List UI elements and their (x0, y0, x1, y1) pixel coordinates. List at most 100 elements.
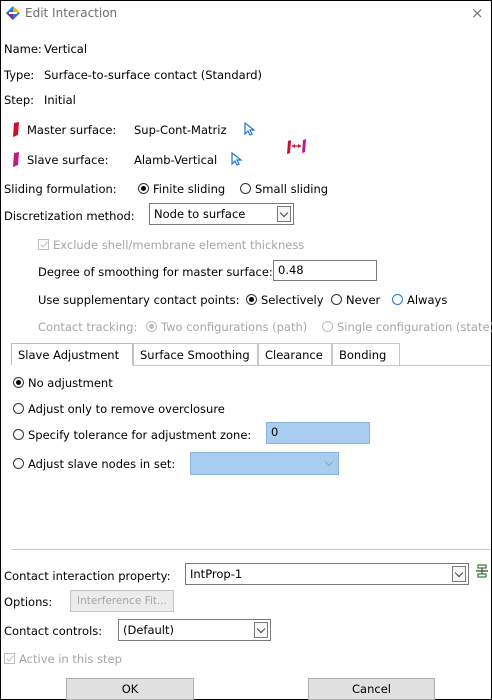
tab-clearance[interactable]: Clearance (258, 343, 332, 365)
swap-surfaces-icon[interactable] (286, 138, 308, 159)
discretization-select[interactable]: Node to surface (149, 203, 294, 225)
abaqus-app-icon (5, 5, 21, 24)
type-label: Type: (4, 68, 35, 82)
single-config-label: Single configuration (state) (337, 320, 492, 334)
chevron-down-icon[interactable] (322, 455, 336, 471)
checkmark-icon (4, 653, 15, 664)
bottom-separator (11, 549, 491, 550)
finite-sliding-label: Finite sliding (153, 182, 226, 196)
finite-sliding-radio-dot (138, 183, 149, 194)
chevron-down-icon[interactable] (452, 566, 466, 582)
adjust-overclosure-radio-dot (13, 403, 24, 414)
title-bar[interactable]: Edit Interaction × (1, 1, 491, 25)
tab-slave-adjustment[interactable]: Slave Adjustment (11, 343, 133, 365)
chevron-down-icon[interactable] (277, 206, 291, 222)
active-tab-joiner (11, 365, 133, 367)
small-sliding-radio-dot (240, 183, 251, 194)
single-config-radio-dot (322, 321, 333, 332)
exclude-shell-checkbox[interactable]: Exclude shell/membrane element thickness (38, 238, 304, 252)
tolerance-input[interactable]: 0 (266, 422, 370, 444)
chevron-down-icon[interactable] (254, 622, 268, 638)
slave-nodes-set-select[interactable] (190, 452, 339, 475)
active-in-step-label: Active in this step (19, 652, 122, 666)
supplementary-label: Use supplementary contact points: (38, 293, 240, 307)
slave-surface-label: Slave surface: (27, 153, 109, 167)
tracking-label: Contact tracking: (38, 320, 138, 334)
specify-tolerance-radio[interactable]: Specify tolerance for adjustment zone: (13, 428, 251, 442)
property-select[interactable]: IntProp-1 (185, 563, 469, 585)
no-adjustment-radio[interactable]: No adjustment (13, 376, 113, 390)
adjust-overclosure-radio[interactable]: Adjust only to remove overclosure (13, 402, 225, 416)
tab-bonding-label: Bonding (339, 348, 387, 362)
select-master-arrow-icon[interactable] (244, 121, 256, 140)
discretization-value: Node to surface (154, 207, 246, 221)
discretization-label: Discretization method: (4, 209, 135, 223)
no-adjustment-radio-dot (13, 377, 24, 388)
specify-tolerance-label: Specify tolerance for adjustment zone: (28, 428, 252, 442)
adjust-slave-nodes-label: Adjust slave nodes in set: (28, 457, 176, 471)
never-radio[interactable]: Never (331, 293, 380, 307)
checkmark-icon (38, 239, 49, 250)
tab-clearance-label: Clearance (265, 348, 323, 362)
two-config-radio-dot (146, 321, 157, 332)
name-label: Name: (4, 42, 42, 56)
name-value: Vertical (44, 42, 88, 56)
exclude-shell-label: Exclude shell/membrane element thickness (53, 238, 305, 252)
select-slave-arrow-icon[interactable] (231, 151, 243, 169)
small-sliding-label: Small sliding (255, 182, 329, 196)
two-config-label: Two configurations (path) (161, 320, 308, 334)
slave-surface-value: Alamb-Vertical (134, 153, 218, 167)
master-surface-icon (12, 122, 20, 140)
controls-value: (Default) (123, 623, 174, 637)
smoothing-value: 0.48 (278, 263, 304, 277)
tolerance-value: 0 (271, 425, 279, 439)
never-label: Never (346, 293, 381, 307)
step-value: Initial (44, 93, 76, 107)
edit-interaction-dialog: Edit Interaction × Name: Vertical Type: … (0, 0, 492, 700)
cancel-label: Cancel (352, 682, 391, 696)
always-radio-dot (392, 294, 403, 305)
tab-panel-top-border (133, 365, 491, 366)
window-title: Edit Interaction (25, 6, 118, 20)
adjust-slave-nodes-radio[interactable]: Adjust slave nodes in set: (13, 457, 175, 471)
single-config-radio[interactable]: Single configuration (state) (322, 320, 492, 334)
tab-bonding[interactable]: Bonding (332, 343, 400, 365)
selectively-label: Selectively (261, 293, 324, 307)
ok-label: OK (121, 682, 139, 696)
property-manager-icon[interactable] (475, 564, 489, 583)
close-icon[interactable]: × (471, 4, 484, 22)
step-label: Step: (4, 93, 35, 107)
property-label: Contact interaction property: (4, 569, 171, 583)
tab-surface-smoothing[interactable]: Surface Smoothing (133, 343, 258, 365)
master-surface-label: Master surface: (27, 123, 117, 137)
controls-select[interactable]: (Default) (118, 619, 271, 641)
always-label: Always (407, 293, 448, 307)
two-config-radio[interactable]: Two configurations (path) (146, 320, 307, 334)
smoothing-label: Degree of smoothing for master surface: (38, 265, 273, 279)
interference-fit-button[interactable]: Interference Fit... (70, 590, 174, 612)
cancel-button[interactable]: Cancel (308, 678, 435, 700)
ok-button[interactable]: OK (66, 678, 194, 700)
finite-sliding-radio[interactable]: Finite sliding (138, 182, 225, 196)
type-value: Surface-to-surface contact (Standard) (44, 68, 263, 82)
adjust-overclosure-label: Adjust only to remove overclosure (28, 402, 225, 416)
no-adjustment-label: No adjustment (28, 376, 113, 390)
slave-surface-icon (12, 152, 20, 170)
options-label: Options: (4, 595, 53, 609)
specify-tolerance-radio-dot (13, 429, 24, 440)
always-radio[interactable]: Always (392, 293, 447, 307)
selectively-radio[interactable]: Selectively (246, 293, 324, 307)
never-radio-dot (331, 294, 342, 305)
adjust-slave-nodes-radio-dot (13, 458, 24, 469)
tab-surface-smoothing-label: Surface Smoothing (140, 348, 250, 362)
master-surface-value: Sup-Cont-Matriz (134, 123, 227, 137)
selectively-radio-dot (246, 294, 257, 305)
active-in-step-checkbox[interactable]: Active in this step (4, 652, 122, 666)
controls-label: Contact controls: (4, 624, 103, 638)
smoothing-input[interactable]: 0.48 (273, 260, 377, 281)
tab-slave-adjustment-label: Slave Adjustment (18, 348, 120, 362)
small-sliding-radio[interactable]: Small sliding (240, 182, 328, 196)
sliding-formulation-label: Sliding formulation: (4, 182, 117, 196)
interference-fit-label: Interference Fit... (77, 595, 167, 607)
property-value: IntProp-1 (190, 567, 243, 581)
